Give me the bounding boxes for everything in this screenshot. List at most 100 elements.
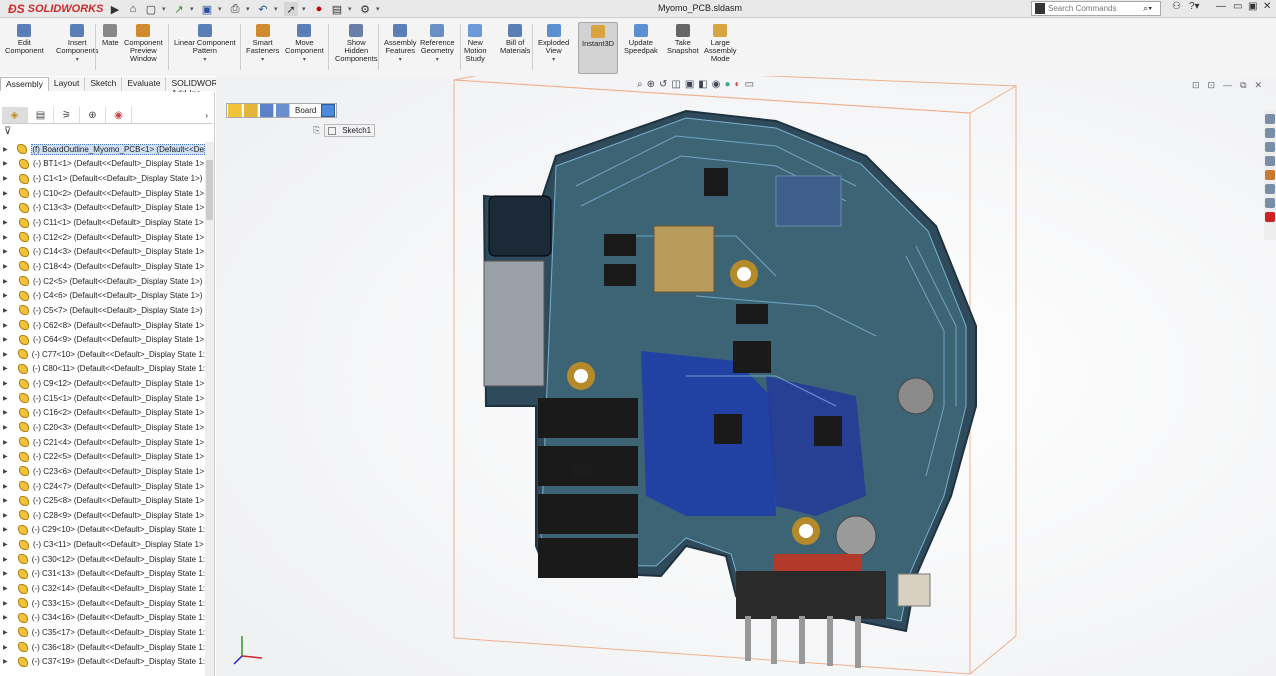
expand-arrow-icon[interactable]: ▶ [3, 541, 13, 548]
pcb-model-render[interactable] [216, 76, 1276, 676]
forum-icon[interactable] [1265, 198, 1275, 208]
tree-item[interactable]: ▶ (-) C18<4> (Default<<Default>_Display S… [0, 259, 205, 274]
ribbon-button-new-motion-study[interactable]: New Motion Study [464, 24, 487, 63]
expand-arrow-icon[interactable]: ▶ [3, 322, 13, 329]
viewport-close-icon[interactable]: ✕ [1255, 80, 1263, 91]
tab-assembly[interactable]: Assembly [0, 77, 49, 91]
tree-item[interactable]: ▶ (-) C15<1> (Default<<Default>_Display S… [0, 391, 205, 406]
viewport-minimize-icon[interactable]: — [1223, 80, 1232, 91]
viewport-restore-icon[interactable]: ⧉ [1240, 80, 1246, 91]
ribbon-button-move-component[interactable]: Move Component ▾ [285, 24, 324, 64]
tree-item[interactable]: ▶ (-) C21<4> (Default<<Default>_Display S… [0, 435, 205, 450]
tab-sketch[interactable]: Sketch [85, 77, 123, 91]
tree-item[interactable]: ▶ (-) C4<6> (Default<<Default>_Display St… [0, 288, 205, 303]
ribbon-button-component-preview-window[interactable]: Component Preview Window [124, 24, 163, 63]
filter-icon[interactable]: ⊽ [4, 126, 11, 137]
tree-item[interactable]: ▶ (-) C11<1> (Default<<Default>_Display S… [0, 215, 205, 230]
section-view-icon[interactable]: ◫ [671, 79, 680, 90]
tree-item[interactable]: ▶ (-) C31<13> (Default<<Default>_Display … [0, 567, 205, 582]
tree-item[interactable]: ▶ (-) C14<3> (Default<<Default>_Display S… [0, 244, 205, 259]
chevron-down-icon[interactable]: ▾ [436, 56, 439, 64]
close-icon[interactable]: ✕ [1263, 1, 1271, 12]
view-orientation-icon[interactable]: ▣ [685, 79, 694, 90]
tree-item[interactable]: ▶ (-) BT1<1> (Default<<Default>_Display S… [0, 157, 205, 172]
chevron-down-icon[interactable]: ▾ [261, 56, 264, 64]
display-manager-tab-icon[interactable]: ◉ [106, 107, 132, 123]
tree-item[interactable]: ▶ (-) C3<11> (Default<<Default>_Display S… [0, 537, 205, 552]
zoom-to-area-icon[interactable]: ⊕ [647, 79, 655, 90]
expand-arrow-icon[interactable]: ▶ [3, 263, 13, 270]
tree-item[interactable]: ▶ (-) C32<14> (Default<<Default>_Display … [0, 581, 205, 596]
feature-icon[interactable] [276, 104, 290, 117]
search-commands-input[interactable]: Search Commands ⌕▾ [1031, 1, 1161, 16]
ribbon-button-instant3d[interactable]: Instant3D [578, 22, 619, 74]
tree-item[interactable]: ▶ (-) C62<8> (Default<<Default>_Display S… [0, 318, 205, 333]
tree-item[interactable]: ▶ (-) C34<16> (Default<<Default>_Display … [0, 611, 205, 626]
expand-arrow-icon[interactable]: ▶ [3, 234, 13, 241]
tree-item[interactable]: ▶ (-) C20<3> (Default<<Default>_Display S… [0, 420, 205, 435]
tree-item[interactable]: ▶ (-) C80<11> (Default<<Default>_Display … [0, 362, 205, 377]
expand-arrow-icon[interactable]: ▶ [3, 556, 12, 563]
tree-item[interactable]: ▶ (-) C77<10> (Default<<Default>_Display … [0, 347, 205, 362]
expand-arrow-icon[interactable]: ▶ [3, 483, 13, 490]
body-icon[interactable] [260, 104, 274, 117]
expand-arrow-icon[interactable]: ▶ [3, 409, 13, 416]
tree-item[interactable]: ▶ (-) C23<6> (Default<<Default>_Display S… [0, 464, 205, 479]
ribbon-button-mate[interactable]: Mate [102, 24, 119, 47]
expand-arrow-icon[interactable]: ▶ [3, 365, 12, 372]
search-scope-icon[interactable] [1035, 3, 1045, 14]
hide-show-icon[interactable]: ◉ [712, 79, 721, 90]
appearance-icon[interactable]: ● [724, 79, 730, 90]
tree-item[interactable]: ▶ (-) C16<2> (Default<<Default>_Display S… [0, 406, 205, 421]
chevron-down-icon[interactable]: ▾ [399, 56, 402, 64]
search-icon[interactable]: ⌕▾ [1143, 2, 1152, 15]
tree-item[interactable]: ▶ (-) C2<5> (Default<<Default>_Display St… [0, 274, 205, 289]
view-settings-icon[interactable]: ▭ [745, 79, 754, 90]
chevron-down-icon[interactable]: ▾ [76, 56, 79, 64]
assembly-icon[interactable] [228, 104, 242, 117]
maximize-icon[interactable]: ▣ [1248, 1, 1257, 12]
zoom-to-fit-icon[interactable]: ⌕ [637, 79, 643, 90]
tree-item[interactable]: ▶ (-) C22<5> (Default<<Default>_Display S… [0, 449, 205, 464]
viewport-left-icon[interactable]: ⊡ [1192, 80, 1200, 91]
solidworks-forum-icon[interactable] [1265, 212, 1275, 222]
expand-arrow-icon[interactable]: ▶ [3, 395, 13, 402]
expand-arrow-icon[interactable]: ▶ [3, 424, 13, 431]
tree-item[interactable]: ▶ (-) C12<2> (Default<<Default>_Display S… [0, 230, 205, 245]
configuration-manager-tab-icon[interactable]: ⚞ [54, 107, 80, 123]
tree-item[interactable]: ▶ (-) C25<8> (Default<<Default>_Display S… [0, 493, 205, 508]
view-palette-icon[interactable] [1265, 156, 1275, 166]
chevron-down-icon[interactable]: ▾ [303, 56, 306, 64]
tab-evaluate[interactable]: Evaluate [122, 77, 167, 91]
chevron-down-icon[interactable]: ▾ [552, 56, 555, 64]
expand-arrow-icon[interactable]: ▶ [3, 453, 13, 460]
tree-item[interactable]: ▶ (-) C13<3> (Default<<Default>_Display S… [0, 201, 205, 216]
expand-arrow-icon[interactable]: ▶ [3, 468, 13, 475]
resources-icon[interactable] [1265, 114, 1275, 124]
expand-arrow-icon[interactable]: ▶ [3, 526, 12, 533]
expand-arrow-icon[interactable]: ▶ [3, 351, 12, 358]
breadcrumb-sketch[interactable]: ⎘ Sketch1 [313, 124, 376, 137]
expand-arrow-icon[interactable]: ▶ [3, 307, 13, 314]
expand-arrow-icon[interactable]: ▶ [3, 278, 13, 285]
scene-icon[interactable]: ◐ [735, 79, 741, 90]
tree-item[interactable]: ▶ (f) BoardOutline_Myomo_PCB<1> (Default<… [0, 142, 205, 157]
panel-expand-icon[interactable]: › [205, 111, 208, 120]
tree-item[interactable]: ▶ (-) C29<10> (Default<<Default>_Display … [0, 523, 205, 538]
expand-arrow-icon[interactable]: ▶ [3, 497, 13, 504]
expand-arrow-icon[interactable]: ▶ [3, 175, 13, 182]
user-icon[interactable]: ⚇ [1172, 1, 1181, 12]
expand-arrow-icon[interactable]: ▶ [3, 439, 13, 446]
breadcrumb[interactable]: Board [226, 103, 338, 118]
expand-arrow-icon[interactable]: ▶ [3, 190, 13, 197]
tree-item[interactable]: ▶ (-) C36<18> (Default<<Default>_Display … [0, 640, 205, 655]
ribbon-button-linear-component-pattern[interactable]: Linear Component Pattern ▾ [174, 24, 236, 64]
expand-arrow-icon[interactable]: ▶ [3, 219, 13, 226]
previous-view-icon[interactable]: ↺ [659, 79, 667, 90]
ribbon-button-edit-component[interactable]: Edit Component [5, 24, 44, 55]
expand-arrow-icon[interactable]: ▶ [3, 570, 12, 577]
expand-arrow-icon[interactable]: ▶ [3, 629, 12, 636]
expand-arrow-icon[interactable]: ▶ [3, 658, 12, 665]
tab-layout[interactable]: Layout [48, 77, 86, 91]
expand-arrow-icon[interactable]: ▶ [3, 248, 13, 255]
